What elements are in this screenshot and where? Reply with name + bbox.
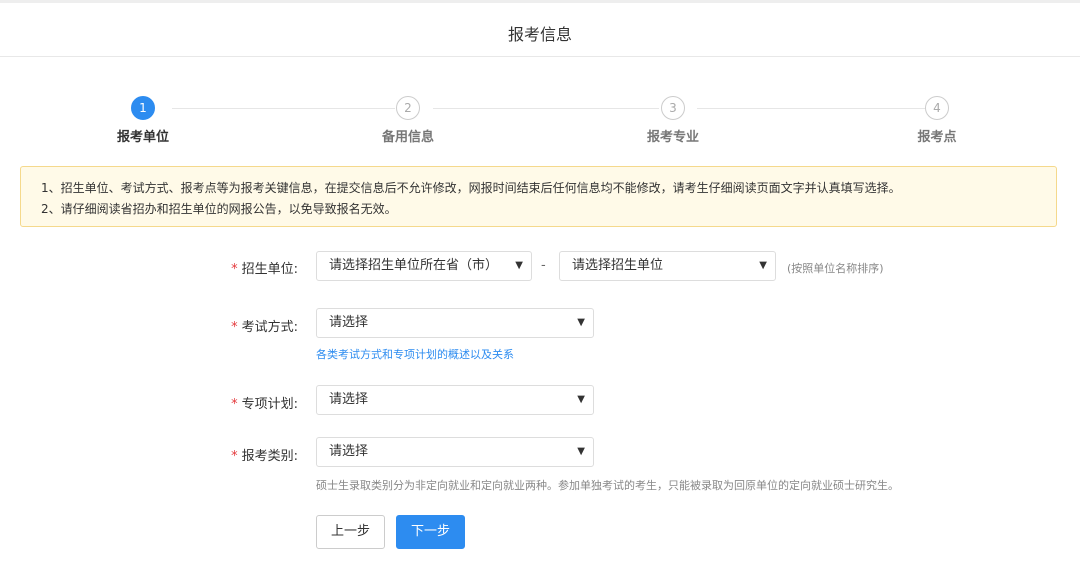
step-4: 4 报考点 <box>877 96 997 145</box>
unit-sort-hint: (按照单位名称排序) <box>787 262 884 275</box>
exam-method-select-value: 请选择 <box>329 315 369 330</box>
step-number: 1 <box>131 96 155 120</box>
step-number: 4 <box>925 96 949 120</box>
category-select[interactable]: 请选择 ▼ <box>316 437 594 467</box>
exam-method-label-wrap: * 考试方式: <box>178 316 298 335</box>
next-step-button[interactable]: 下一步 <box>396 515 465 549</box>
step-label: 备用信息 <box>381 130 434 145</box>
dropdown-arrow-icon: ▼ <box>515 260 523 271</box>
step-number: 3 <box>661 96 685 120</box>
step-3: 3 报考专业 <box>613 96 733 145</box>
special-plan-label-wrap: * 专项计划: <box>178 393 298 412</box>
unit-select[interactable]: 请选择招生单位 ▼ <box>559 251 776 281</box>
notice-line-2: 2、请仔细阅读省招办和招生单位的网报公告，以免导致报名无效。 <box>41 202 397 216</box>
special-plan-select-value: 请选择 <box>329 392 369 407</box>
step-number: 2 <box>396 96 420 120</box>
province-select[interactable]: 请选择招生单位所在省（市） ▼ <box>316 251 532 281</box>
unit-label-wrap: * 招生单位: <box>178 258 298 277</box>
dropdown-arrow-icon: ▼ <box>577 394 585 405</box>
step-label: 报考专业 <box>646 130 699 145</box>
exam-method-label: 考试方式: <box>241 320 298 335</box>
special-plan-label: 专项计划: <box>241 397 298 412</box>
notice-line-1: 1、招生单位、考试方式、报考点等为报考关键信息，在提交信息后不允许修改，网报时间… <box>41 181 901 195</box>
page-header: 报考信息 <box>0 3 1080 57</box>
category-label: 报考类别: <box>241 449 298 464</box>
step-label: 报考点 <box>917 130 957 145</box>
exam-method-select[interactable]: 请选择 ▼ <box>316 308 594 338</box>
select-separator: - <box>541 258 546 273</box>
required-mark: * <box>231 397 238 412</box>
step-2: 2 备用信息 <box>348 96 468 145</box>
dropdown-arrow-icon: ▼ <box>759 260 767 271</box>
category-label-wrap: * 报考类别: <box>178 445 298 464</box>
page-title: 报考信息 <box>507 25 572 44</box>
dropdown-arrow-icon: ▼ <box>577 446 585 457</box>
prev-step-button[interactable]: 上一步 <box>316 515 385 549</box>
required-mark: * <box>231 449 238 464</box>
required-mark: * <box>231 320 238 335</box>
step-label: 报考单位 <box>116 130 169 145</box>
step-1: 1 报考单位 <box>83 96 203 145</box>
province-select-value: 请选择招生单位所在省（市） <box>329 258 499 273</box>
step-progress: 1 报考单位 2 备用信息 3 报考专业 4 报考点 <box>0 96 1080 146</box>
exam-method-info-link[interactable]: 各类考试方式和专项计划的概述以及关系 <box>316 346 514 362</box>
unit-label: 招生单位: <box>241 262 298 277</box>
category-select-value: 请选择 <box>329 444 369 459</box>
dropdown-arrow-icon: ▼ <box>577 317 585 328</box>
unit-select-value: 请选择招生单位 <box>572 258 664 273</box>
category-hint: 硕士生录取类别分为非定向就业和定向就业两种。参加单独考试的考生，只能被录取为回原… <box>316 479 899 492</box>
special-plan-select[interactable]: 请选择 ▼ <box>316 385 594 415</box>
required-mark: * <box>231 262 238 277</box>
notice-box: 1、招生单位、考试方式、报考点等为报考关键信息，在提交信息后不允许修改，网报时间… <box>20 166 1057 227</box>
